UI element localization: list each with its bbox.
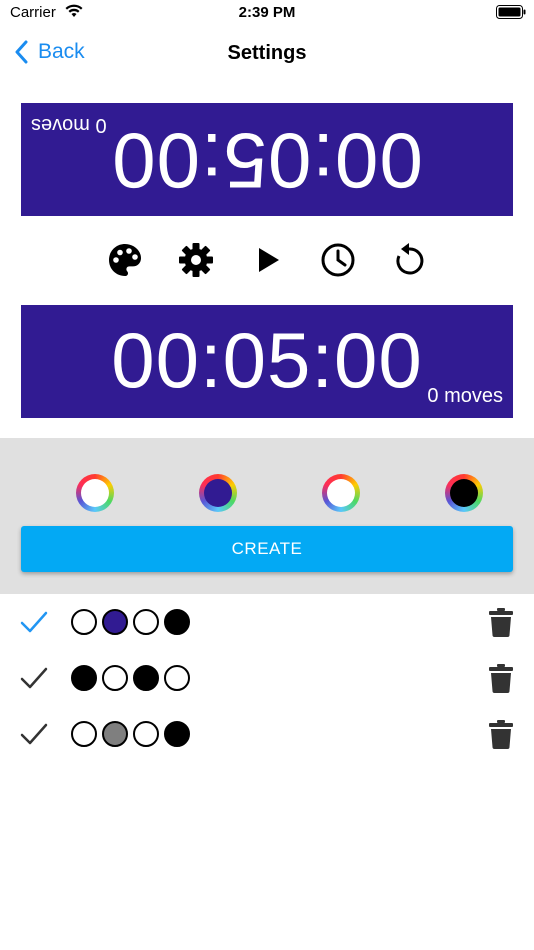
trash-icon[interactable] xyxy=(488,719,514,749)
color-swatch xyxy=(71,721,97,747)
color-picker-1-swatch xyxy=(81,479,109,507)
color-swatch xyxy=(102,609,128,635)
color-picker-1[interactable] xyxy=(76,474,114,512)
color-panel: CREATE xyxy=(0,438,534,594)
checkmark-icon[interactable] xyxy=(20,720,48,748)
color-swatch xyxy=(164,665,190,691)
preset-row[interactable] xyxy=(0,706,534,762)
gear-icon[interactable] xyxy=(178,242,214,278)
restart-icon[interactable] xyxy=(391,242,427,278)
color-picker-2-swatch xyxy=(204,479,232,507)
color-swatch xyxy=(133,609,159,635)
play-icon[interactable] xyxy=(250,242,286,278)
trash-icon[interactable] xyxy=(488,663,514,693)
color-swatch xyxy=(71,609,97,635)
page-title: Settings xyxy=(227,42,307,64)
color-swatch xyxy=(133,721,159,747)
create-button[interactable]: CREATE xyxy=(21,526,513,572)
color-swatch xyxy=(133,665,159,691)
status-time: 2:39 PM xyxy=(238,4,296,21)
color-picker-3[interactable] xyxy=(322,474,360,512)
color-swatch xyxy=(102,665,128,691)
palette-icon[interactable] xyxy=(107,242,143,278)
clock-top[interactable]: 00:05:00 0 moves xyxy=(21,103,513,216)
clock-bottom-moves: 0 moves xyxy=(427,385,503,407)
preset-swatches xyxy=(71,665,195,691)
color-swatch xyxy=(71,665,97,691)
clock-icon[interactable] xyxy=(320,242,356,278)
status-bar: Carrier 2:39 PM xyxy=(0,0,534,28)
color-swatch xyxy=(164,721,190,747)
color-picker-3-swatch xyxy=(327,479,355,507)
preset-row[interactable] xyxy=(0,650,534,706)
preset-row[interactable] xyxy=(0,594,534,650)
preset-swatches xyxy=(71,609,195,635)
color-swatch xyxy=(102,721,128,747)
trash-icon[interactable] xyxy=(488,607,514,637)
navigation-bar: Back Settings xyxy=(0,32,534,76)
clock-bottom[interactable]: 00:05:00 0 moves xyxy=(21,305,513,418)
control-bar xyxy=(0,242,534,282)
color-picker-4-swatch xyxy=(450,479,478,507)
checkmark-icon[interactable] xyxy=(20,608,48,636)
color-swatch xyxy=(164,609,190,635)
color-picker-2[interactable] xyxy=(199,474,237,512)
checkmark-icon[interactable] xyxy=(20,664,48,692)
color-picker-4[interactable] xyxy=(445,474,483,512)
battery-icon xyxy=(496,5,526,19)
clock-top-moves: 0 moves xyxy=(31,114,107,136)
preset-swatches xyxy=(71,721,195,747)
